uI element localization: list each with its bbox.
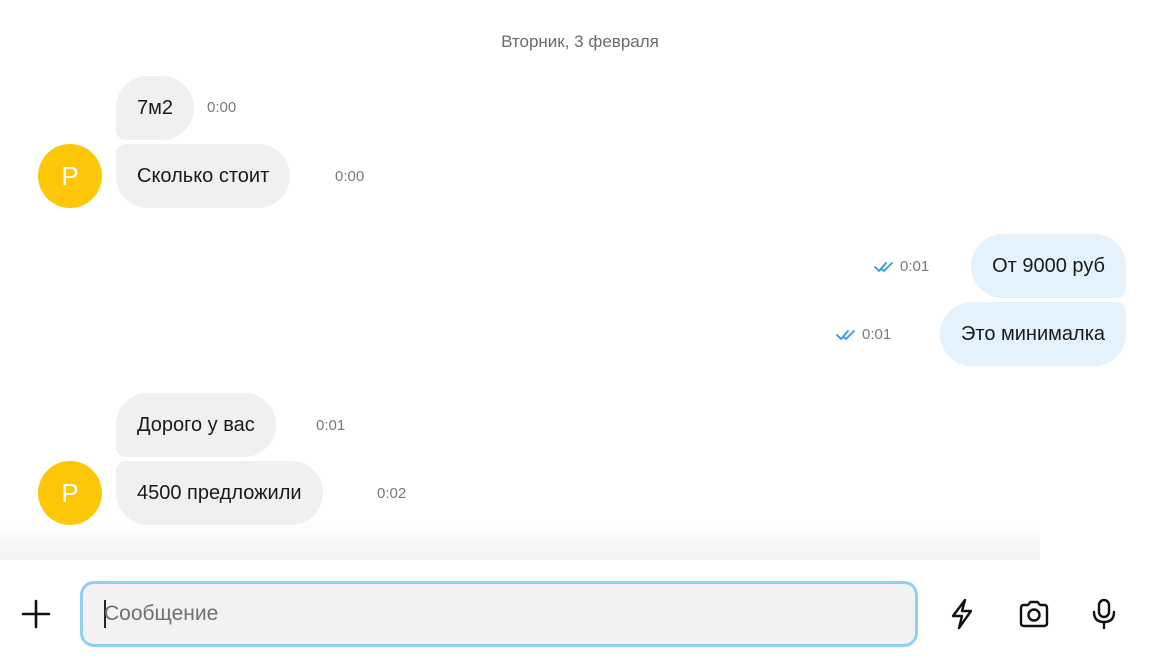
double-check-icon: [874, 262, 893, 272]
date-separator: Вторник, 3 февраля: [501, 32, 659, 51]
message-text: 4500 предложили: [137, 482, 302, 504]
lightning-icon: [951, 598, 973, 630]
message-text: Сколько стоит: [137, 165, 270, 187]
message-time: 0:00: [207, 99, 237, 116]
scroll-fade: [0, 520, 1040, 562]
message-bubble-incoming[interactable]: 4500 предложили: [116, 461, 323, 525]
message-input[interactable]: [104, 584, 904, 644]
message-composer: [0, 560, 1160, 662]
attach-button[interactable]: [18, 596, 54, 632]
quick-replies-button[interactable]: [944, 596, 980, 632]
camera-button[interactable]: [1016, 596, 1052, 632]
plus-icon: [21, 599, 51, 629]
message-bubble-incoming[interactable]: Дорого у вас: [116, 393, 276, 457]
camera-icon: [1019, 600, 1049, 628]
avatar[interactable]: Р: [38, 461, 102, 525]
message-time: 0:00: [335, 168, 365, 185]
message-bubble-incoming[interactable]: Сколько стоит: [116, 144, 291, 208]
message-time: 0:01: [316, 417, 346, 434]
message-status: 0:01: [874, 257, 929, 277]
microphone-icon: [1092, 598, 1116, 630]
message-bubble-outgoing[interactable]: От 9000 руб: [971, 234, 1126, 298]
message-time: 0:01: [862, 326, 892, 343]
avatar[interactable]: Р: [38, 144, 102, 208]
message-input-wrapper: [80, 581, 918, 647]
message-text: 7м2: [137, 97, 173, 119]
message-text: От 9000 руб: [992, 255, 1105, 277]
voice-message-button[interactable]: [1086, 596, 1122, 632]
scroll-fade-edge: [1040, 500, 1130, 562]
message-time: 0:02: [377, 485, 407, 502]
chat-history: Вторник, 3 февраля 7м2 0:00 Сколько стои…: [0, 0, 1160, 562]
message-time: 0:01: [900, 258, 930, 275]
message-text: Это минималка: [961, 323, 1105, 345]
message-text: Дорого у вас: [137, 414, 255, 436]
message-bubble-outgoing[interactable]: Это минималка: [940, 302, 1126, 366]
message-status: 0:01: [836, 325, 891, 345]
message-bubble-incoming[interactable]: 7м2: [116, 76, 194, 140]
double-check-icon: [836, 330, 855, 340]
